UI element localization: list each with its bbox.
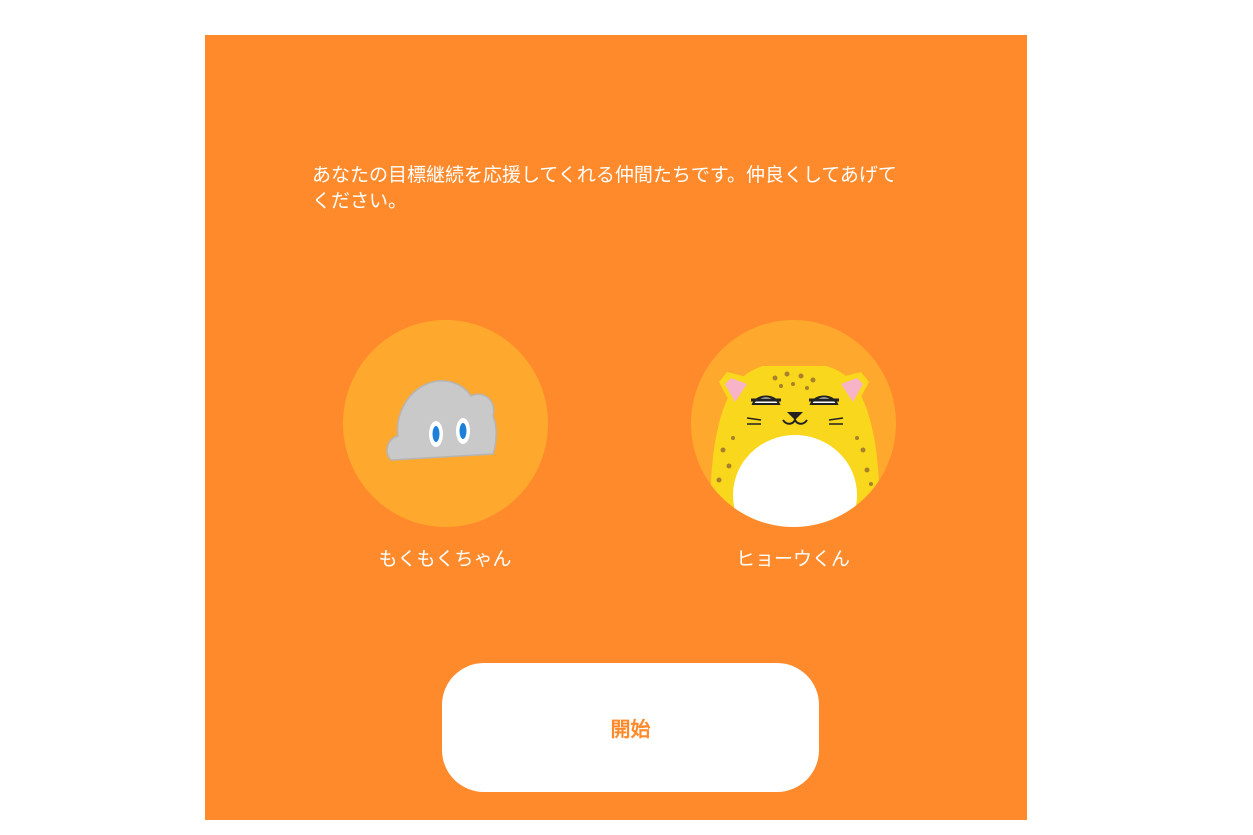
buddy-name: もくもくちゃん: [378, 548, 512, 570]
buddy-hyou: ヒョーウくん: [683, 320, 903, 571]
intro-line-1: あなたの目標継続を応援してくれる仲間たちです。仲良くしてあげて: [312, 164, 897, 186]
intro-text: あなたの目標継続を応援してくれる仲間たちです。仲良くしてあげて ください。: [312, 162, 932, 214]
buddy-mokumoku: もくもくちゃん: [335, 320, 555, 571]
onboarding-panel: あなたの目標継続を応援してくれる仲間たちです。仲良くしてあげて ください。 もく…: [205, 35, 1027, 820]
leopard-character-icon: [710, 366, 879, 527]
buddy-name: ヒョーウくん: [735, 548, 850, 570]
start-button[interactable]: 開始: [442, 663, 819, 792]
buddy-avatar-circle: [342, 320, 548, 527]
intro-line-2: ください。: [312, 190, 408, 212]
cloud-character-icon: [385, 380, 497, 461]
buddy-avatar-circle: [690, 320, 896, 527]
